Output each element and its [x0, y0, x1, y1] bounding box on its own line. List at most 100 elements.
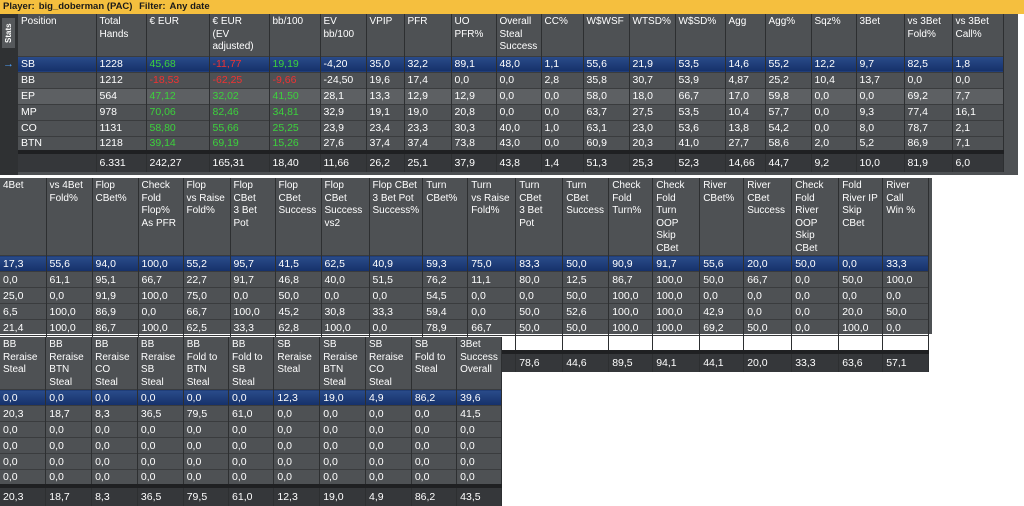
table-cell: 0,0: [743, 303, 793, 320]
column-header[interactable]: BB Reraise SB Steal: [137, 337, 184, 390]
table-row[interactable]: CO 1131 58,80 55,66 25,25 23,9 23,4 23,3 30,3 40,…: [18, 119, 1004, 136]
table-cell: 50,0: [882, 303, 930, 320]
table-row[interactable]: 20,3 18,7 8,3 36,5 79,5 61,0 0,0 0,0 0,0 0,0 41,5: [0, 405, 502, 422]
filter-value[interactable]: Any date: [170, 1, 210, 12]
column-header[interactable]: vs 4Bet Fold%: [46, 178, 93, 256]
table-cell: 0,0: [273, 405, 321, 422]
column-header[interactable]: € EUR: [146, 14, 210, 56]
column-header[interactable]: Agg: [725, 14, 766, 56]
column-header[interactable]: Check Fold Turn%: [608, 178, 654, 256]
column-header[interactable]: EV bb/100: [320, 14, 367, 56]
column-header[interactable]: BB Reraise CO Steal: [91, 337, 138, 390]
column-header[interactable]: Flop CBet 3 Bet Pot: [230, 178, 276, 256]
column-header[interactable]: Check Fold Flop% As PFR: [138, 178, 184, 256]
column-header[interactable]: BB Reraise Steal: [0, 337, 47, 390]
column-header[interactable]: bb/100: [269, 14, 321, 56]
column-header[interactable]: € EUR (EV adjusted): [209, 14, 270, 56]
table-row[interactable]: BTN 1218 39,14 69,19 15,26 27,6 37,4 37,4 73,8 43…: [18, 135, 1004, 152]
column-header[interactable]: SB Reraise Steal: [273, 337, 321, 390]
table-cell: 83,3: [515, 255, 564, 272]
column-header[interactable]: Turn CBet%: [422, 178, 469, 256]
table-row[interactable]: MP 978 70,06 82,46 34,81 32,9 19,1 19,0 20,8 0,0 0…: [18, 103, 1004, 120]
table-cell: 19,0: [319, 389, 366, 406]
column-header[interactable]: River Call Win %: [882, 178, 930, 256]
table-row[interactable]: 0,0 0,0 0,0 0,0 0,0 0,0 12,3 19,0 4,9 86,2 39,6: [0, 389, 502, 406]
table-row[interactable]: 0,0 0,0 0,0 0,0 0,0 0,0 0,0 0,0 0,0 0,0 0,0: [0, 437, 502, 454]
column-header[interactable]: BB Fold to SB Steal: [228, 337, 275, 390]
column-header[interactable]: Total Hands: [96, 14, 147, 56]
table-cell: 86,9: [92, 303, 139, 320]
column-header[interactable]: Flop vs Raise Fold%: [183, 178, 231, 256]
table-cell: 52,3: [675, 150, 726, 172]
totals-row[interactable]: 6.331 242,27 165,31 18,40 11,66 26,2 25,1 37,9 4…: [18, 150, 1004, 172]
column-header[interactable]: W$SD%: [675, 14, 726, 56]
column-header[interactable]: Overall Steal Success: [496, 14, 542, 56]
table-row[interactable]: 25,0 0,0 91,9 100,0 75,0 0,0 50,0 0,0 0,0 54,5 0,0…: [0, 287, 930, 304]
column-header[interactable]: Check Fold River OOP Skip CBet: [791, 178, 840, 256]
table-cell: 11,66: [320, 150, 367, 172]
table-row[interactable]: 0,0 0,0 0,0 0,0 0,0 0,0 0,0 0,0 0,0 0,0 0,0: [0, 453, 502, 470]
stats-panel-3: BB Reraise Steal BB Reraise BTN Steal BB R…: [0, 337, 502, 506]
column-header[interactable]: Flop CBet Success vs2: [321, 178, 370, 256]
column-header[interactable]: W$WSF: [583, 14, 630, 56]
column-header[interactable]: Flop CBet%: [92, 178, 139, 256]
column-header[interactable]: 3Bet Success Overall: [456, 337, 502, 390]
table-cell: 34,81: [269, 103, 321, 120]
column-header[interactable]: Flop CBet 3 Bet Pot Success%: [369, 178, 424, 256]
table-cell: 36,5: [137, 405, 184, 422]
column-header[interactable]: SB Reraise CO Steal: [365, 337, 412, 390]
table-cell: 0,0: [319, 437, 366, 454]
column-header[interactable]: 3Bet: [856, 14, 905, 56]
column-header[interactable]: vs 3Bet Call%: [952, 14, 1004, 56]
column-header[interactable]: BB Fold to BTN Steal: [183, 337, 230, 390]
column-header[interactable]: Check Fold Turn OOP Skip CBet: [652, 178, 701, 256]
column-header[interactable]: Turn vs Raise Fold%: [467, 178, 517, 256]
column-header[interactable]: Fold River IP Skip CBet: [838, 178, 884, 256]
column-header[interactable]: SB Fold to Steal: [411, 337, 458, 390]
table-row[interactable]: BB 1212 -18,53 -62,25 -9,66 -24,50 19,6 17,4 0,0…: [18, 71, 1004, 88]
table-cell: 0,0: [91, 469, 138, 486]
column-header[interactable]: CC%: [541, 14, 584, 56]
table-row[interactable]: 0,0 61,1 95,1 66,7 22,7 91,7 46,8 40,0 51,5 76,2 1…: [0, 271, 930, 288]
column-header[interactable]: Flop CBet Success: [275, 178, 322, 256]
column-header[interactable]: WTSD%: [629, 14, 676, 56]
table-cell: 0,0: [856, 87, 905, 104]
table-cell: 66,7: [675, 87, 726, 104]
table-row[interactable]: 0,0 0,0 0,0 0,0 0,0 0,0 0,0 0,0 0,0 0,0 0,0: [0, 421, 502, 438]
column-header[interactable]: River CBet%: [699, 178, 745, 256]
table-row[interactable]: 6,5 100,0 86,9 0,0 66,7 100,0 45,2 30,8 33,3 59,4…: [0, 303, 930, 320]
table-cell: 30,8: [321, 303, 370, 320]
table-cell: 5,2: [856, 135, 905, 152]
column-header[interactable]: PFR: [404, 14, 452, 56]
table-cell: 7,1: [952, 135, 1004, 152]
table-cell: 10,0: [856, 150, 905, 172]
stats-tab[interactable]: Stats: [2, 18, 15, 48]
table-row[interactable]: 17,3 55,6 94,0 100,0 55,2 95,7 41,5 62,5 40,9 59,…: [0, 255, 930, 272]
column-header[interactable]: River CBet Success: [743, 178, 793, 256]
table-row[interactable]: EP 564 47,12 32,02 41,50 28,1 13,3 12,9 12,9 0,0 0…: [18, 87, 1004, 104]
table-cell: 12,9: [404, 87, 452, 104]
column-header[interactable]: Sqz%: [811, 14, 857, 56]
table-cell: -4,20: [320, 55, 367, 72]
table-row[interactable]: SB 1228 45,68 -11,77 19,19 -4,20 35,0 32,2 89,1 4…: [18, 55, 1004, 72]
column-header[interactable]: Turn CBet 3 Bet Pot: [515, 178, 564, 256]
table-cell: 50,0: [562, 319, 610, 336]
column-header[interactable]: 4Bet: [0, 178, 47, 256]
table-cell: 13,3: [366, 87, 405, 104]
column-header[interactable]: vs 3Bet Fold%: [904, 14, 953, 56]
column-header[interactable]: SB Reraise BTN Steal: [319, 337, 366, 390]
table-cell: 41,0: [675, 135, 726, 152]
table-cell: 0,0: [456, 453, 502, 470]
table-row[interactable]: 0,0 0,0 0,0 0,0 0,0 0,0 0,0 0,0 0,0 0,0 0,0: [0, 469, 502, 486]
column-header[interactable]: Turn CBet Success: [562, 178, 610, 256]
table-cell: 17,4: [404, 71, 452, 88]
column-header[interactable]: VPIP: [366, 14, 405, 56]
column-header[interactable]: Agg%: [765, 14, 812, 56]
table-cell: 41,5: [275, 255, 322, 272]
column-header[interactable]: UO PFR%: [451, 14, 497, 56]
column-header[interactable]: BB Reraise BTN Steal: [45, 337, 93, 390]
table-cell: 25,1: [404, 150, 452, 172]
column-header[interactable]: Position: [18, 14, 97, 56]
table-row[interactable]: 21,4 100,0 86,7 100,0 62,5 33,3 62,8 100,0 0,0 78…: [0, 319, 930, 336]
table-cell: 20,3: [629, 135, 676, 152]
